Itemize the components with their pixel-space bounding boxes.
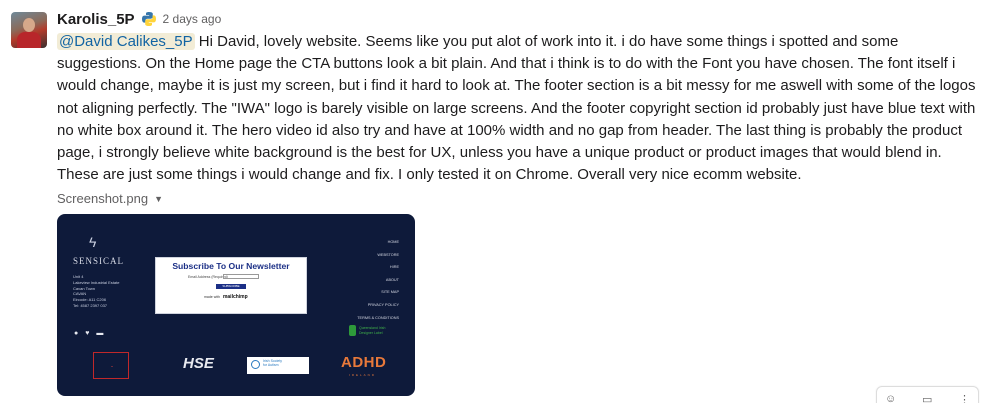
made-with-label: made with bbox=[204, 295, 220, 299]
badge-line: Designer Label bbox=[359, 330, 383, 335]
mailchimp-logo: mailchimp bbox=[222, 294, 248, 300]
badge-text: Queensland Irish Designer Label bbox=[359, 326, 385, 336]
adhd-logo: ADHD bbox=[341, 354, 387, 371]
hse-logo: HSE bbox=[183, 355, 214, 372]
more-actions-icon[interactable]: ⋮ bbox=[959, 393, 970, 403]
badge-line: Queensland Irish bbox=[359, 325, 386, 330]
preview-newsletter: Subscribe To Our Newsletter Email Addres… bbox=[155, 257, 307, 314]
autism-logo-text: Irish Society for Autism bbox=[263, 359, 282, 368]
message-body: @David Calikes_5P Hi David, lovely websi… bbox=[57, 31, 977, 186]
attachment-image[interactable]: ϟ SENSICAL Unit 4 Lakeview Industrial Es… bbox=[57, 214, 415, 396]
user-avatar[interactable] bbox=[11, 12, 47, 48]
message-timestamp[interactable]: 2 days ago bbox=[163, 12, 222, 26]
email-icon: ▬ bbox=[96, 330, 104, 337]
newsletter-email-field bbox=[223, 274, 259, 279]
chevron-down-icon[interactable]: ▼ bbox=[154, 194, 163, 204]
autism-line: for Autism bbox=[263, 363, 279, 368]
newsletter-subscribe-button: SUBSCRIBE bbox=[216, 284, 246, 289]
attachment-label[interactable]: Screenshot.png ▼ bbox=[57, 191, 163, 206]
username[interactable]: Karolis_5P bbox=[57, 11, 135, 28]
twitter-icon: ♥ bbox=[85, 330, 90, 337]
user-mention[interactable]: @David Calikes_5P bbox=[57, 33, 195, 50]
address-line: Tel: 4587 2397 037 bbox=[73, 302, 108, 308]
facebook-icon: ● bbox=[74, 330, 79, 337]
add-reaction-icon[interactable]: ☺ bbox=[885, 393, 896, 403]
message-actions-toolbar: ☺ ▭ ⋮ bbox=[876, 386, 979, 403]
iwa-logo-mark bbox=[111, 366, 113, 367]
nav-link: HOME bbox=[387, 240, 399, 244]
preview-address: Unit 4 Lakeview Industrial Estate Cavan … bbox=[73, 274, 143, 309]
python-icon bbox=[141, 12, 156, 26]
nav-link: SITE MAP bbox=[381, 290, 399, 295]
message-text: Hi David, lovely website. Seems like you… bbox=[57, 33, 976, 184]
badge-mark-icon bbox=[349, 325, 356, 336]
adhd-logo-subtitle: IRELAND bbox=[349, 373, 377, 377]
avatar-face bbox=[23, 18, 35, 32]
nav-link: HIRE bbox=[389, 265, 399, 270]
newsletter-mailchimp: made with mailchimp bbox=[204, 294, 248, 300]
reply-icon[interactable]: ▭ bbox=[922, 393, 932, 403]
iwa-logo-outline bbox=[93, 352, 129, 379]
preview-social-icons: ● ♥ ▬ bbox=[74, 330, 103, 337]
preview-partner-logos: HSE Irish Society for Autism ADHD IRELAN… bbox=[57, 347, 415, 396]
nav-link: ABOUT bbox=[385, 277, 399, 282]
attachment-file-name: Screenshot.png bbox=[57, 191, 149, 206]
newsletter-title: Subscribe To Our Newsletter bbox=[172, 261, 290, 271]
sensical-logo-icon: ϟ bbox=[89, 234, 97, 250]
nav-link: TERMS & CONDITIONS bbox=[357, 315, 399, 320]
nav-link: PRIVACY POLICY bbox=[367, 302, 399, 307]
preview-brand: SENSICAL bbox=[73, 256, 125, 266]
autism-logo-icon bbox=[251, 360, 260, 369]
autism-logo: Irish Society for Autism bbox=[247, 357, 309, 374]
message-header: Karolis_5P 2 days ago bbox=[57, 9, 221, 29]
newsletter-email-label: Email Address (Required) bbox=[188, 275, 228, 279]
preview-footer-nav: HOME WEBSTORE HIRE ABOUT SITE MAP PRIVAC… bbox=[357, 236, 399, 324]
preview-green-badge: Queensland Irish Designer Label bbox=[349, 325, 385, 336]
nav-link: WEBSTORE bbox=[377, 252, 399, 257]
avatar-body bbox=[17, 32, 41, 48]
